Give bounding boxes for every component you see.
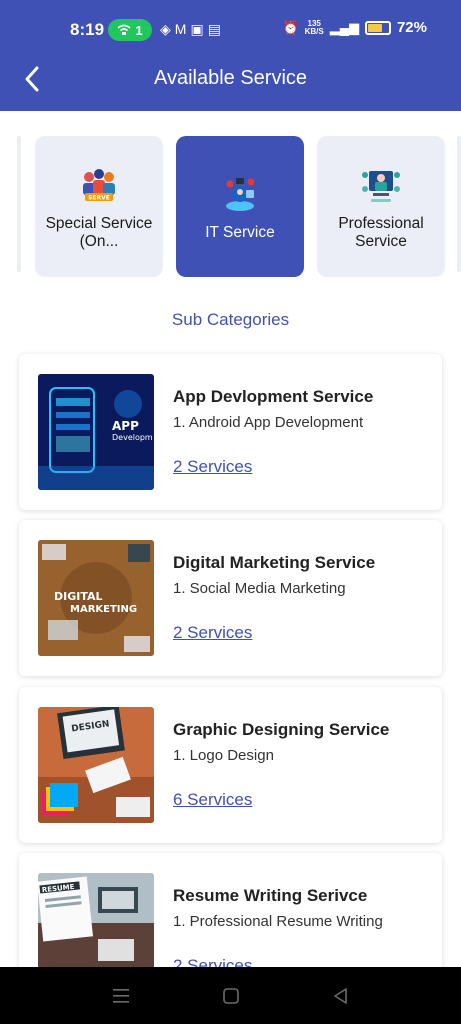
category-carousel[interactable]: SERVE Special Service (On... IT Service …	[0, 136, 461, 278]
service-title: Digital Marketing Service	[173, 553, 376, 572]
service-subtitle: 1. Social Media Marketing	[173, 580, 346, 597]
service-image: DIGITAL MARKETING	[38, 540, 154, 656]
professional-service-icon	[362, 170, 400, 202]
system-nav-bar	[0, 967, 461, 1024]
service-subtitle: 1. Professional Resume Writing	[173, 913, 383, 930]
linkedin-icon: ▣	[190, 21, 208, 37]
services-count-link[interactable]: 6 Services	[173, 790, 252, 810]
service-card-app-development[interactable]: APP Developm App Devlopment Service 1. A…	[19, 354, 442, 510]
category-card-special-service[interactable]: SERVE Special Service (On...	[35, 136, 163, 277]
service-subtitle: 1. Logo Design	[173, 747, 274, 764]
category-card-it-service[interactable]: IT Service	[176, 136, 304, 277]
it-service-icon	[226, 177, 255, 211]
net-speed: 135 KB/S	[304, 18, 324, 36]
service-subtitle: 1. Android App Development	[173, 414, 364, 431]
image-text: APP	[112, 419, 139, 433]
service-image: APP Developm	[38, 374, 154, 490]
category-label: Professional Service	[338, 214, 424, 250]
home-button[interactable]	[219, 984, 243, 1008]
category-label: Special Service (On...	[45, 214, 153, 250]
back-triangle-icon	[334, 988, 347, 1004]
service-image: DESIGN	[38, 707, 154, 823]
hotspot-count: 1	[135, 22, 143, 38]
menu-icon	[113, 989, 129, 1003]
page-title: Available Service	[153, 67, 308, 89]
status-bar: 8:19 1 ◈M▣▤ ⏰ 135 KB/S ▂▄▆ 72%	[0, 0, 461, 47]
battery-icon	[364, 20, 391, 35]
image-text: MARKETING	[70, 604, 137, 615]
battery-percent: 72%	[396, 19, 427, 36]
recent-apps-button[interactable]	[109, 984, 133, 1008]
image-text: Developm	[112, 433, 153, 442]
sub-categories-heading: Sub Categories	[171, 310, 290, 329]
app-notification-icon: ◈	[160, 21, 175, 37]
service-title: Graphic Designing Service	[173, 720, 390, 739]
services-count-link[interactable]: 2 Services	[173, 623, 252, 643]
category-card-professional-service[interactable]: Professional Service	[317, 136, 445, 277]
status-time: 8:19	[70, 20, 105, 39]
service-title: App Devlopment Service	[173, 387, 374, 406]
back-nav-button[interactable]	[329, 984, 353, 1008]
app-bar: Available Service	[0, 47, 461, 111]
image-text: DIGITAL	[54, 590, 103, 603]
gmail-icon: M	[174, 21, 191, 37]
services-count-link[interactable]: 2 Services	[173, 457, 252, 477]
svg-text:SERVE: SERVE	[88, 194, 110, 201]
hotspot-badge: 1	[108, 19, 152, 41]
hotspot-icon	[117, 24, 131, 35]
home-square-icon	[223, 988, 239, 1004]
category-card-partial[interactable]	[17, 136, 21, 272]
category-label: IT Service	[205, 223, 275, 241]
app-notification-icon: ▤	[207, 21, 225, 37]
service-title: Resume Writing Serivce	[173, 886, 368, 905]
status-right: ⏰ 135 KB/S ▂▄▆ 72%	[282, 19, 427, 36]
service-card-graphic-designing[interactable]: DESIGN Graphic Designing Service 1. Logo…	[19, 687, 442, 843]
signal-icon: ▂▄▆	[329, 19, 359, 35]
service-card-digital-marketing[interactable]: DIGITAL MARKETING Digital Marketing Serv…	[19, 520, 442, 676]
category-card-partial[interactable]	[457, 136, 461, 272]
special-service-icon: SERVE	[83, 168, 115, 201]
alarm-icon: ⏰	[282, 19, 299, 35]
notification-icons: ◈M▣▤	[160, 21, 225, 38]
